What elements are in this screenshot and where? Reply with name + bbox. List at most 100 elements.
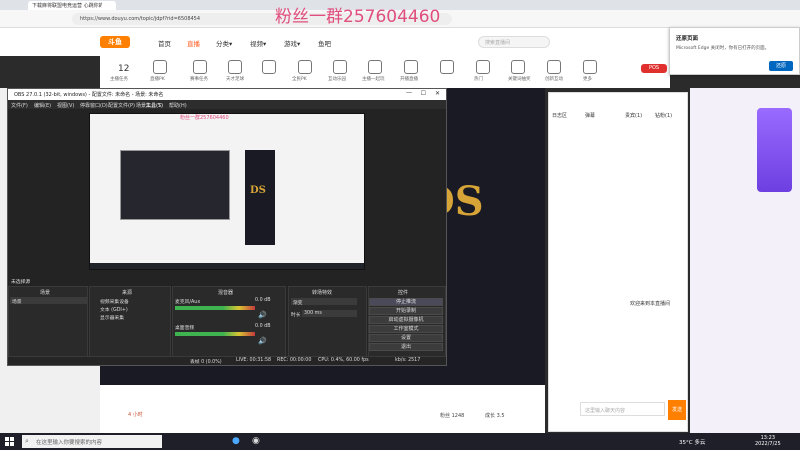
obs-title: OBS 27.0.1 (32-bit, windows) - 配置文件: 未命名…	[14, 92, 164, 98]
toolbar-onair-icon[interactable]	[404, 60, 418, 74]
duration-input[interactable]: 300 ms	[302, 310, 357, 317]
source-item[interactable]: 显示器采集	[100, 314, 124, 321]
mixer-meter	[175, 306, 255, 310]
clock[interactable]: 13:23 2022/7/25	[755, 435, 781, 447]
speaker-icon[interactable]: 🔊	[258, 311, 267, 319]
toolbar-pk-icon[interactable]	[153, 60, 167, 74]
edge-icon[interactable]: ●	[232, 436, 240, 446]
preview-nested-obs	[120, 150, 230, 220]
taskbar-search-input[interactable]: 在这里输入你要搜索的内容	[22, 435, 162, 448]
pos-badge[interactable]: POS	[641, 64, 667, 73]
menu-edit[interactable]: 编辑(E)	[34, 102, 51, 109]
browser-tab-title: 下载麻将联盟电竞运营 心跳你的	[32, 3, 102, 9]
settings-button[interactable]: 设置	[369, 334, 443, 342]
mixer-header: 混音器	[218, 290, 234, 296]
toolbar-allpk-icon[interactable]	[298, 60, 312, 74]
maximize-icon[interactable]: ☐	[421, 90, 426, 97]
nav-home[interactable]: 首页	[158, 38, 171, 48]
weather-widget[interactable]: 35°C 多云	[679, 438, 705, 446]
toolbar-label: 关键词抽奖	[508, 77, 531, 82]
mixer-track-name: 麦克风/Aux	[175, 300, 201, 305]
toolbar-interact-icon[interactable]	[547, 60, 561, 74]
toolbar-label: 赛事任务	[190, 77, 208, 82]
obs-icon[interactable]: ◉	[252, 436, 260, 446]
toolbar-label: 创新互动	[545, 77, 563, 82]
toolbar-game-icon[interactable]	[440, 60, 454, 74]
toolbar-label: 直播PK	[150, 77, 165, 82]
nav-category[interactable]: 分类▾	[216, 38, 232, 48]
toolbar-task-icon[interactable]	[193, 60, 207, 74]
status-cpu: CPU: 0.4%, 60.00 fps	[318, 358, 369, 363]
browser-tab[interactable]: 下载麻将联盟电竞运营 心跳你的	[28, 1, 116, 10]
toolbar-more-icon[interactable]	[583, 60, 597, 74]
toast-title: 还原页面	[676, 36, 699, 42]
minimize-icon[interactable]: —	[406, 89, 412, 96]
toolbar-lottery-icon[interactable]	[511, 60, 525, 74]
menu-profile[interactable]: 配置文件(P)	[108, 102, 135, 109]
toolbar-hot-icon[interactable]	[476, 60, 490, 74]
sources-header: 来源	[122, 290, 133, 296]
menu-docks[interactable]: 停靠窗口(D)	[80, 102, 108, 109]
toolbar-label: 开播直播	[400, 77, 418, 82]
restore-button[interactable]: 还原	[769, 61, 793, 71]
no-source-label: 未选择源	[11, 280, 31, 285]
toolbar-gift-icon[interactable]	[228, 60, 242, 74]
douyu-logo[interactable]: 斗鱼	[100, 36, 130, 48]
search-icon: ⌕	[25, 437, 29, 445]
chat-input[interactable]: 这里输入聊天内容	[580, 402, 665, 416]
chat-tab-danmu[interactable]: 弹幕	[585, 112, 595, 119]
toolbar-label: 主播任务	[110, 77, 128, 82]
chat-tab-vip[interactable]: 贵宾(1)	[625, 112, 642, 119]
studio-mode-button[interactable]: 工作室模式	[369, 325, 443, 333]
toolbar-label: 互动乐园	[328, 77, 346, 82]
chat-panel	[548, 92, 688, 432]
close-icon[interactable]: ✕	[435, 90, 440, 97]
toolbar-label: 全民PK	[292, 77, 307, 82]
chat-tab-log[interactable]: 日志区	[552, 112, 567, 119]
toolbar-football-icon[interactable]	[262, 60, 276, 74]
toolbar-label: 更多	[583, 77, 592, 82]
mixer-track-db: 0.0 dB	[255, 324, 271, 329]
restore-pages-toast: 还原页面 Microsoft Edge 关闭时，你有已打开的页面。 还原	[669, 27, 800, 75]
online-count: 粉丝 1248	[440, 413, 465, 419]
start-recording-button[interactable]: 开始录制	[369, 307, 443, 315]
douyu-search-input[interactable]: 搜索直播间	[478, 36, 550, 48]
preview-taskbar	[90, 263, 364, 269]
hot-count: 12	[118, 64, 130, 74]
status-kbps: kb/s: 2517	[395, 358, 421, 363]
menu-tools[interactable]: 工具(T)	[146, 102, 163, 109]
toast-body: Microsoft Edge 关闭时，你有已打开的页面。	[676, 46, 770, 51]
source-item[interactable]: 文本 (GDI+)	[100, 306, 128, 313]
windows-start-icon[interactable]	[5, 437, 14, 446]
transitions-header: 转场特效	[312, 290, 333, 296]
send-button[interactable]: 发送	[668, 400, 686, 420]
nav-fishbar[interactable]: 鱼吧	[318, 38, 331, 48]
duration-label: 时长	[291, 313, 301, 318]
nav-game[interactable]: 游戏▾	[284, 38, 300, 48]
controls-header: 控件	[398, 290, 409, 296]
stream-watermark-text: 粉丝一群257604460	[275, 7, 441, 27]
stop-streaming-button[interactable]: 停止推流	[369, 298, 443, 306]
nav-live[interactable]: 直播	[187, 38, 200, 48]
menu-file[interactable]: 文件(F)	[11, 102, 28, 109]
nav-video[interactable]: 视频▾	[250, 38, 266, 48]
source-item[interactable]: 视频采集设备	[100, 298, 129, 305]
transition-select[interactable]: 渐变	[291, 298, 357, 306]
gift-bar-text: 4 小时	[128, 412, 143, 418]
obs-titlebar[interactable]: OBS 27.0.1 (32-bit, windows) - 配置文件: 未命名…	[8, 89, 446, 100]
chat-tab-fans[interactable]: 钻粉(1)	[655, 112, 672, 119]
virtual-camera-button[interactable]: 启动虚拟摄像机	[369, 316, 443, 324]
obs-statusbar	[8, 356, 446, 365]
promo-banner[interactable]	[757, 108, 792, 192]
toolbar-label: 热门	[474, 77, 483, 82]
scene-item-label: 场景	[12, 300, 22, 305]
toolbar-park-icon[interactable]	[333, 60, 347, 74]
status-rec: REC: 00:00:00	[277, 358, 312, 363]
exit-button[interactable]: 退出	[369, 343, 443, 351]
menu-help[interactable]: 帮助(H)	[169, 102, 187, 109]
preview-watermark: 粉丝一群257604460	[180, 115, 229, 121]
speaker-icon[interactable]: 🔊	[258, 337, 267, 345]
toolbar-together-icon[interactable]	[368, 60, 382, 74]
scenes-header: 场景	[40, 290, 51, 296]
menu-view[interactable]: 视图(V)	[57, 102, 74, 109]
